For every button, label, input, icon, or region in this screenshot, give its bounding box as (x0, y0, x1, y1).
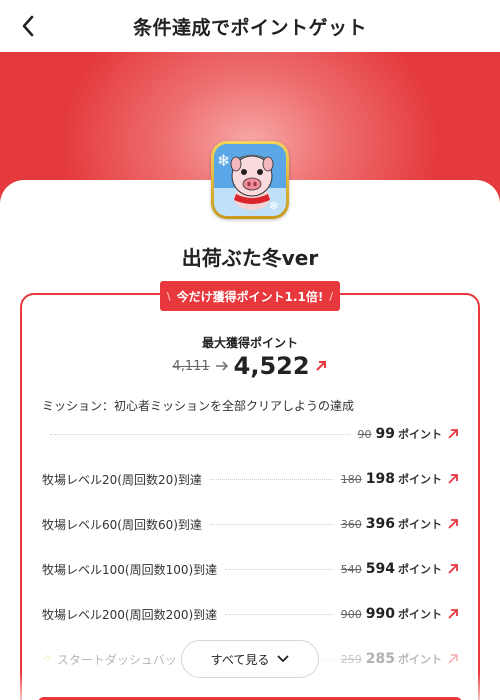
increase-arrow-icon (315, 361, 326, 371)
points-unit: ポイント (398, 563, 442, 576)
dotted-leader (225, 613, 333, 615)
points-unit: ポイント (398, 428, 442, 441)
mission-old-points: 540 (340, 562, 362, 576)
page-title: 条件達成でポイントゲット (132, 17, 367, 39)
mission-new-points: 990 (365, 606, 395, 622)
see-all-button[interactable]: すべて見る (181, 640, 319, 678)
max-points-old: 4,111 (172, 358, 210, 374)
mission-row: 牧場レベル100(周回数100)到達 540 594 ポイント (42, 559, 460, 579)
mission-old-points: 90 (357, 427, 372, 441)
app-name: 出荷ぶた冬ver (181, 246, 319, 270)
points-unit: ポイント (398, 473, 442, 486)
points-unit: ポイント (398, 653, 442, 666)
promo-badge: \ 今だけ獲得ポイント1.1倍! / (160, 281, 340, 311)
mission-new-points: 396 (365, 516, 395, 532)
dotted-leader (209, 523, 333, 525)
dotted-leader (209, 478, 333, 480)
sparkle-icon: ✧ (42, 651, 53, 667)
increase-arrow-icon (448, 609, 458, 619)
pig-app-icon: ❄ ❄ (211, 141, 289, 219)
mission-intro: ミッション：初心者ミッションを全部クリアしようの達成 (42, 399, 355, 413)
mission-label: 牧場レベル100(周回数100)到達 (42, 562, 218, 577)
max-points-new: 4,522 (233, 352, 310, 380)
badge-slash-right: / (329, 289, 334, 303)
mission-label: 牧場レベル200(周回数200)到達 (42, 607, 218, 622)
badge-text: 今だけ獲得ポイント1.1倍! (176, 289, 324, 304)
chevron-down-icon (277, 655, 289, 662)
mission-old-points: 180 (340, 472, 362, 486)
mission-row: 牧場レベル20(周回数20)到達 180 198 ポイント (42, 469, 460, 489)
mission-label: スタートダッシュバッ (56, 652, 177, 667)
mission-label: 牧場レベル20(周回数20)到達 (42, 472, 202, 487)
mission-old-points: 900 (340, 607, 362, 621)
points-unit: ポイント (398, 608, 442, 621)
mission-old-points: 360 (340, 517, 362, 531)
increase-arrow-icon (448, 654, 458, 664)
points-unit: ポイント (398, 518, 442, 531)
mission-row: 牧場レベル60(周回数60)到達 360 396 ポイント (42, 514, 460, 534)
max-points-label: 最大獲得ポイント (201, 336, 298, 350)
arrow-right-icon (215, 361, 228, 371)
max-points-row: 4,111 4,522 (0, 352, 500, 380)
mission-new-points: 198 (365, 471, 395, 487)
increase-arrow-icon (448, 519, 458, 529)
mission-row: 牧場レベル200(周回数200)到達 900 990 ポイント (42, 604, 460, 624)
see-all-label: すべて見る (210, 652, 270, 667)
mission-row: 90 99 ポイント (42, 424, 460, 444)
svg-text:❄: ❄ (217, 151, 230, 170)
svg-text:❄: ❄ (269, 199, 279, 213)
dotted-leader (50, 433, 350, 435)
mission-new-points: 99 (375, 426, 395, 442)
increase-arrow-icon (448, 429, 458, 439)
header: 条件達成でポイントゲット (0, 0, 500, 52)
increase-arrow-icon (448, 474, 458, 484)
increase-arrow-icon (448, 564, 458, 574)
mission-old-points: 259 (340, 652, 362, 666)
mission-new-points: 594 (365, 561, 395, 577)
mission-label: 牧場レベル60(周回数60)到達 (42, 517, 202, 532)
mission-new-points: 285 (365, 651, 395, 667)
badge-slash-left: \ (166, 289, 171, 303)
dotted-leader (225, 568, 333, 570)
